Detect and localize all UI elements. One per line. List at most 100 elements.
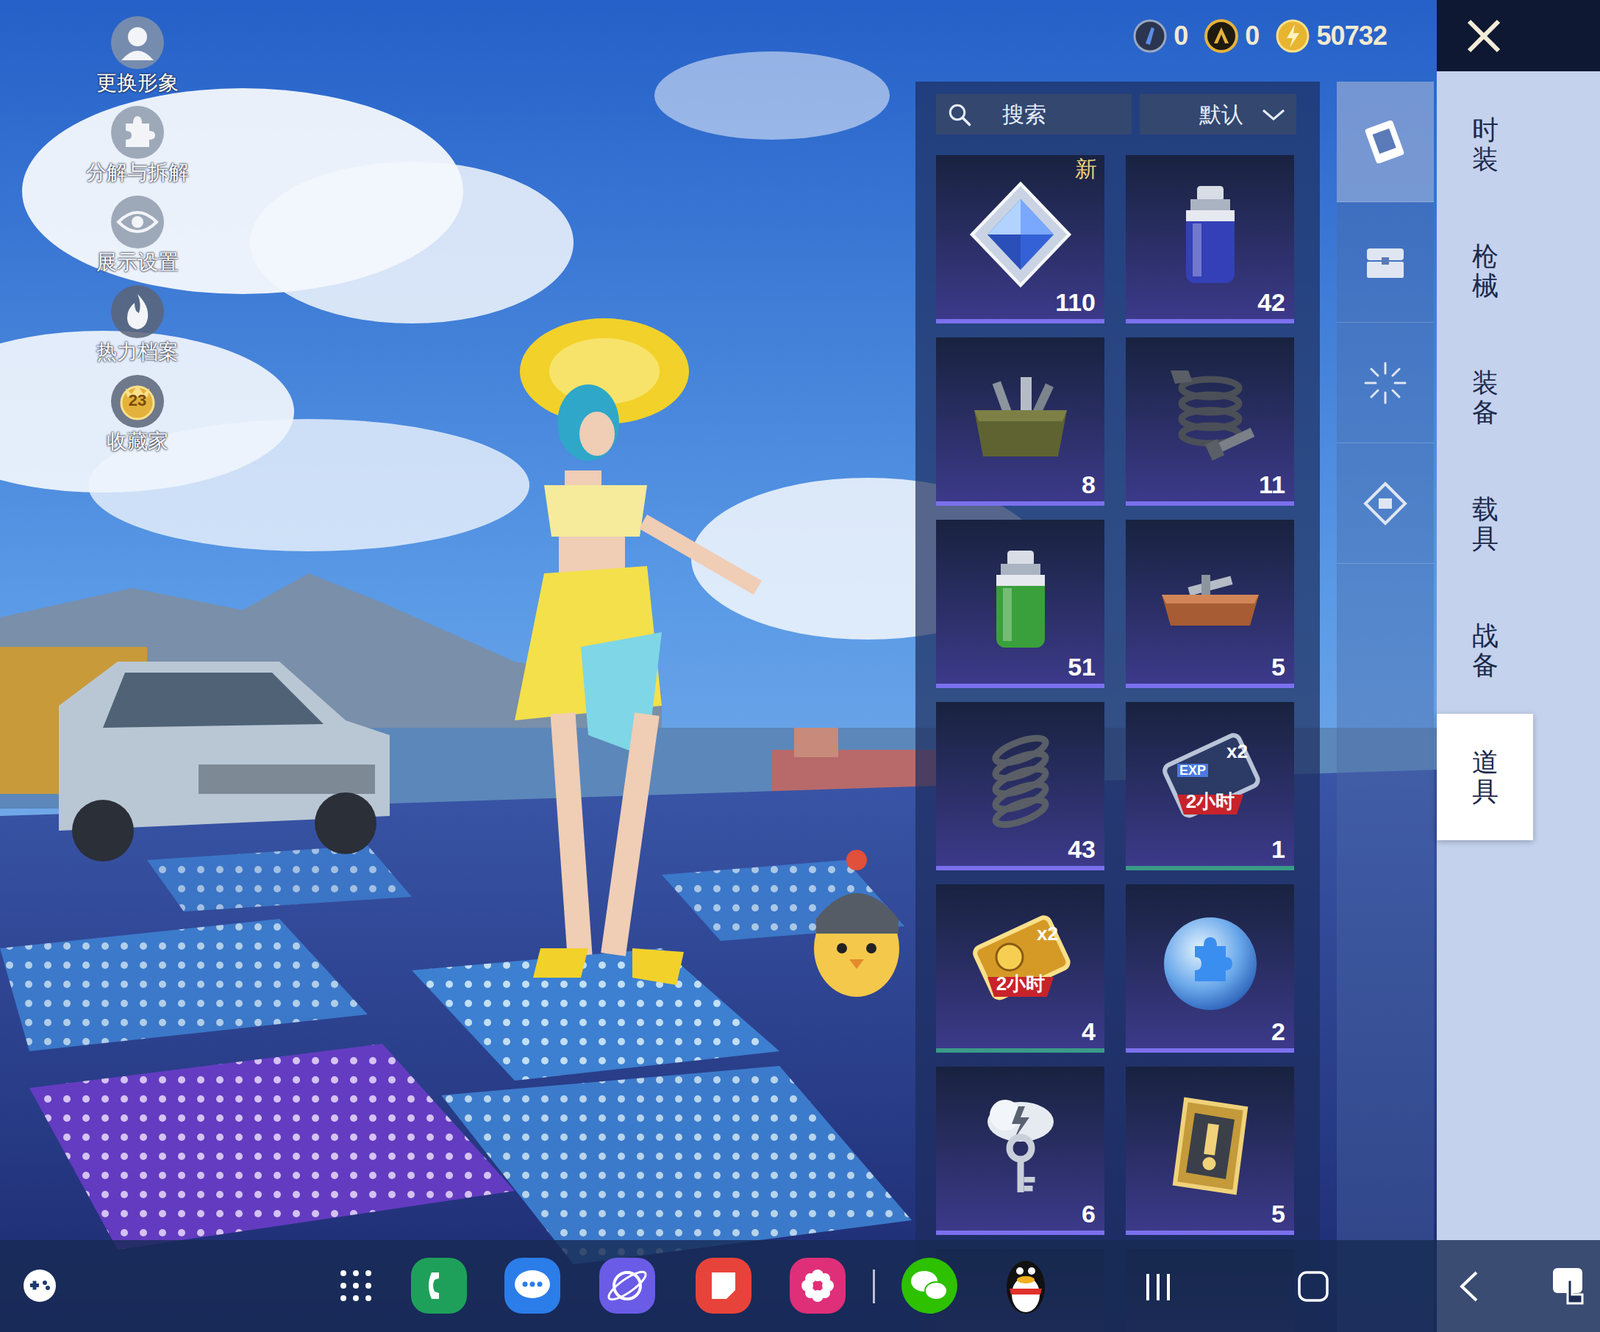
side-menu-item[interactable]: 23收藏家 — [106, 373, 169, 464]
home-button[interactable] — [1296, 1269, 1331, 1304]
collector-medal-icon: 23 — [109, 373, 166, 430]
sort-label: 默认 — [1199, 103, 1244, 126]
category-tab[interactable]: 时装 — [1436, 81, 1534, 209]
item-card[interactable]: 新 110 — [936, 155, 1105, 324]
currency-amount: 50732 — [1316, 22, 1387, 50]
touch-lock-button[interactable] — [1550, 1265, 1590, 1307]
subtab[interactable] — [1336, 443, 1434, 564]
rarity-bar — [1125, 1230, 1295, 1236]
dock-divider — [872, 1269, 875, 1304]
category-label: 枪械 — [1472, 241, 1499, 300]
category-column: 时装枪械装备载具战备道具 — [1436, 0, 1600, 1332]
new-badge: 新 — [1075, 158, 1098, 181]
icon-text: 2小时 — [1155, 791, 1266, 812]
item-card[interactable]: 8 — [936, 337, 1105, 506]
side-menu-item[interactable]: 热力档案 — [96, 283, 179, 374]
level-badge: 23 — [109, 392, 166, 409]
item-card[interactable]: 42 — [1125, 155, 1295, 324]
subtab-column — [1336, 81, 1434, 1332]
game-launcher-button[interactable] — [22, 1268, 58, 1304]
item-exp-card-icon: EXP x2 2小时 — [1125, 702, 1295, 871]
app-drawer-button[interactable] — [334, 1264, 378, 1308]
search-label: 搜索 — [1002, 103, 1047, 126]
browser-app[interactable] — [597, 1256, 657, 1316]
planet-icon — [597, 1256, 657, 1316]
gold-token-icon — [1203, 18, 1239, 54]
category-tab[interactable]: 道具 — [1436, 713, 1534, 841]
item-card[interactable]: 5 — [1125, 1066, 1295, 1236]
back-button[interactable] — [1454, 1269, 1484, 1304]
item-count: 110 — [1055, 289, 1096, 315]
game-screen: 更换形象分解与拆解展示设置热力档案23收藏家 0050732 搜索 默认 新11… — [0, 0, 1600, 1332]
item-count: 43 — [1067, 836, 1096, 862]
item-count: 5 — [1271, 1201, 1286, 1227]
category-label: 载具 — [1472, 494, 1499, 553]
currency-amount: 0 — [1173, 22, 1188, 50]
item-card[interactable]: EXPx22小时1 — [1125, 702, 1295, 871]
close-icon — [1464, 16, 1503, 56]
item-count: 4 — [1081, 1019, 1096, 1045]
home-icon — [1296, 1269, 1331, 1304]
category-tab[interactable]: 载具 — [1436, 461, 1534, 588]
side-menu-label: 更换形象 — [96, 72, 179, 95]
item-badge-icon — [1125, 1066, 1295, 1236]
icon-text: x2 — [1036, 924, 1059, 944]
category-tab[interactable]: 装备 — [1436, 334, 1534, 462]
person-icon — [109, 14, 166, 71]
rarity-bar — [1125, 866, 1295, 871]
sort-dropdown[interactable]: 默认 — [1139, 94, 1297, 135]
recents-button[interactable] — [1141, 1271, 1175, 1304]
item-card[interactable]: 51 — [936, 519, 1105, 689]
recents-icon — [1141, 1271, 1175, 1304]
side-menu-item[interactable]: 展示设置 — [96, 194, 179, 284]
inventory-panel: 搜索 默认 新1104281151543EXPx22小时1x22小时4265 — [915, 81, 1320, 1332]
ticket-icon — [1359, 477, 1412, 530]
subtab[interactable] — [1336, 202, 1434, 323]
filter-row: 搜索 默认 — [936, 94, 1297, 135]
item-card[interactable]: 11 — [1125, 337, 1295, 506]
qq-app[interactable] — [996, 1255, 1056, 1317]
item-count: 5 — [1271, 654, 1286, 680]
flame-icon — [109, 283, 166, 340]
gallery-app[interactable] — [788, 1256, 848, 1316]
rarity-bar — [936, 501, 1105, 506]
item-card[interactable]: 5 — [1125, 519, 1295, 689]
note-icon — [694, 1256, 753, 1316]
inventory-ui: 搜索 默认 新1104281151543EXPx22小时1x22小时4265 时… — [915, 0, 1600, 1332]
category-tab[interactable]: 枪械 — [1436, 208, 1534, 335]
wechat-icon — [900, 1256, 959, 1316]
icon-text: EXP — [1177, 763, 1209, 778]
messages-app[interactable] — [502, 1256, 562, 1316]
phone-app[interactable] — [409, 1256, 469, 1316]
item-card[interactable]: 43 — [936, 702, 1105, 871]
side-menu-item[interactable]: 分解与拆解 — [86, 104, 189, 195]
side-menu-item[interactable]: 更换形象 — [96, 14, 179, 105]
item-puzzle-orb-icon — [1125, 884, 1295, 1053]
flower-icon — [788, 1256, 848, 1316]
item-key-icon — [936, 1066, 1105, 1236]
category-tab[interactable]: 战备 — [1436, 587, 1534, 714]
wechat-app[interactable] — [900, 1256, 959, 1316]
phone-icon — [409, 1256, 469, 1316]
rarity-bar — [936, 1230, 1105, 1236]
notes-app[interactable] — [694, 1256, 753, 1316]
side-menu-label: 热力档案 — [96, 341, 179, 364]
item-count: 11 — [1258, 472, 1286, 498]
item-card[interactable]: 2 — [1125, 884, 1295, 1053]
item-crate-icon — [936, 337, 1105, 506]
close-button[interactable] — [1436, 0, 1600, 72]
subtab[interactable] — [1336, 322, 1434, 444]
item-grid: 新1104281151543EXPx22小时1x22小时4265 — [936, 155, 1297, 1332]
search-field[interactable]: 搜索 — [936, 94, 1132, 135]
item-card[interactable]: 6 — [936, 1066, 1105, 1236]
icon-text: x2 — [1226, 741, 1248, 762]
item-tray-icon — [1125, 519, 1295, 689]
currency: 0 — [1132, 18, 1188, 54]
item-card[interactable]: x22小时4 — [936, 884, 1105, 1053]
subtab[interactable] — [1336, 81, 1434, 203]
rarity-bar — [1125, 501, 1295, 506]
item-count: 8 — [1081, 472, 1096, 498]
side-menu-label: 展示设置 — [96, 251, 179, 275]
item-count: 6 — [1081, 1201, 1096, 1227]
hand-touch-icon — [1550, 1265, 1590, 1307]
